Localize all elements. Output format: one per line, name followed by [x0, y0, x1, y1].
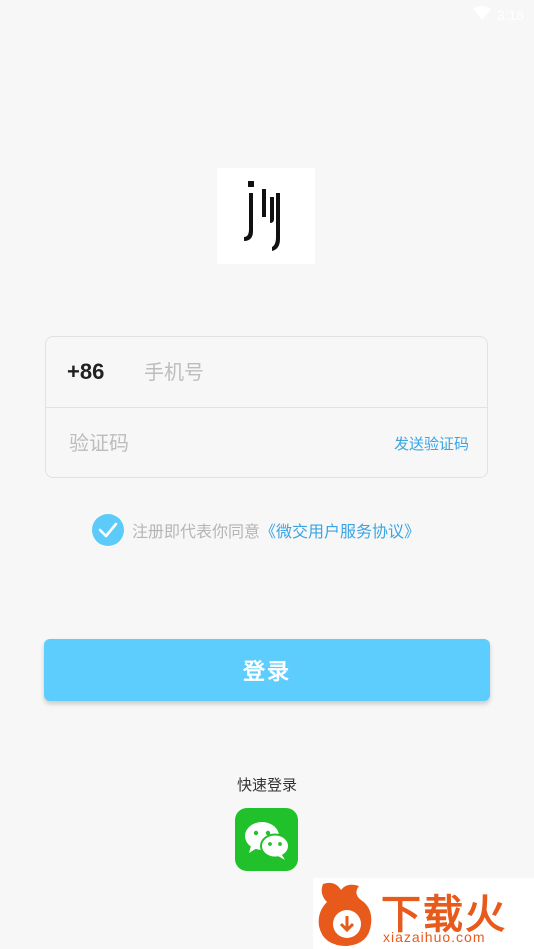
app-logo	[217, 168, 315, 264]
watermark-en-text: xiazaihuo.com	[383, 929, 486, 945]
status-time: 3:18	[496, 6, 524, 23]
login-form-card: +86 发送验证码	[45, 336, 488, 478]
wifi-icon	[472, 5, 491, 24]
country-code[interactable]: +86	[67, 359, 104, 385]
app-logo-jy	[244, 181, 280, 251]
wechat-icon	[244, 821, 290, 860]
watermark: 下载火 xiazaihuo.com	[313, 878, 534, 949]
wechat-login-button[interactable]	[235, 808, 298, 871]
checkmark-icon	[98, 522, 118, 538]
agreement-checkbox[interactable]	[92, 514, 124, 546]
agreement-text: 注册即代表你同意	[132, 522, 261, 541]
login-button[interactable]: 登录	[44, 639, 490, 701]
verification-code-input[interactable]	[67, 430, 311, 456]
phone-row: +86	[46, 337, 487, 408]
code-row: 发送验证码	[46, 408, 487, 478]
quick-login-label: 快速登录	[236, 776, 297, 794]
user-agreement-link[interactable]: 《微交用户服务协议》	[260, 518, 420, 542]
phone-input[interactable]	[142, 359, 446, 385]
flame-logo-icon	[318, 882, 372, 946]
status-right: 3:18	[472, 5, 524, 24]
send-code-button[interactable]: 发送验证码	[394, 433, 469, 454]
status-bar: 3:18	[0, 0, 534, 28]
agreement-row: 注册即代表你同意 《微交用户服务协议》	[92, 514, 420, 546]
